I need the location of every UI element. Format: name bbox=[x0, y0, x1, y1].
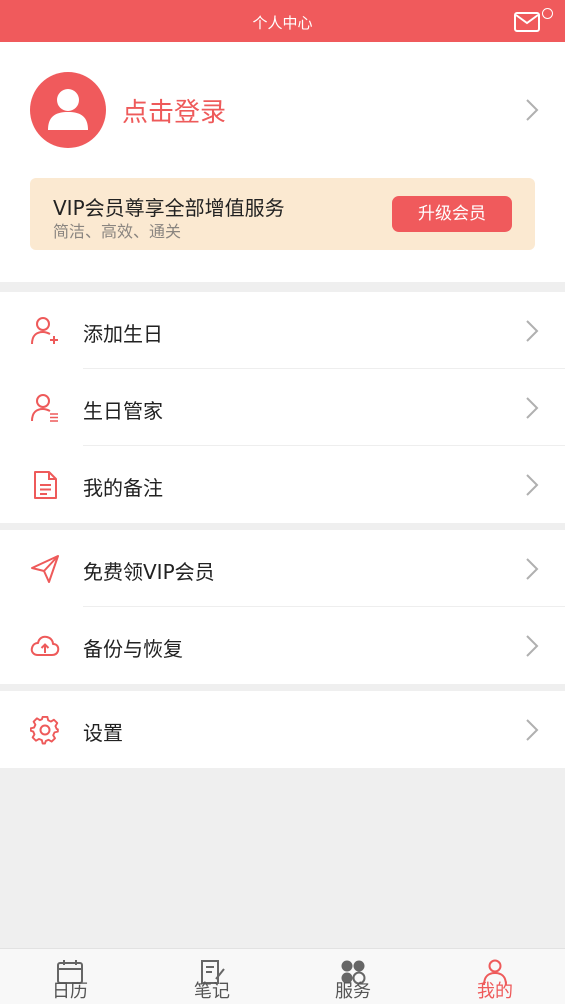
chevron-right-icon bbox=[526, 474, 539, 496]
menu-item-add-birthday[interactable]: 添加生日 bbox=[0, 292, 565, 369]
notification-dot bbox=[542, 8, 553, 19]
tab-notes[interactable]: 笔记 bbox=[172, 949, 252, 1004]
chevron-right-icon bbox=[526, 397, 539, 419]
menu-item-label: 备份与恢复 bbox=[83, 637, 183, 661]
tab-mine[interactable]: 我的 bbox=[455, 949, 535, 1004]
menu-group-2: 免费领VIP会员 备份与恢复 bbox=[0, 530, 565, 684]
chevron-right-icon bbox=[526, 99, 539, 121]
vip-subtitle: 简洁、高效、通关 bbox=[53, 222, 182, 241]
user-list-icon bbox=[31, 394, 58, 422]
tab-label: 日历 bbox=[52, 981, 88, 1002]
document-icon bbox=[34, 471, 57, 499]
vip-title: VIP会员尊享全部增值服务 bbox=[53, 196, 285, 220]
avatar[interactable] bbox=[30, 72, 106, 148]
bottom-tab-bar: 日历 笔记 服务 我的 bbox=[0, 948, 565, 1004]
menu-item-label: 免费领VIP会员 bbox=[83, 560, 215, 584]
chevron-right-icon bbox=[526, 635, 539, 657]
menu-item-backup-restore[interactable]: 备份与恢复 bbox=[0, 607, 565, 684]
mail-button[interactable] bbox=[514, 8, 556, 34]
menu-item-settings[interactable]: 设置 bbox=[0, 691, 565, 768]
menu-item-my-notes[interactable]: 我的备注 bbox=[0, 446, 565, 523]
menu-item-free-vip[interactable]: 免费领VIP会员 bbox=[0, 530, 565, 607]
login-link[interactable]: 点击登录 bbox=[122, 92, 226, 129]
tab-label: 服务 bbox=[335, 981, 371, 1002]
user-avatar-icon bbox=[48, 89, 88, 130]
add-user-icon bbox=[31, 317, 58, 345]
menu-item-label: 我的备注 bbox=[83, 476, 163, 500]
upgrade-vip-button[interactable]: 升级会员 bbox=[392, 196, 512, 232]
profile-section: 点击登录 VIP会员尊享全部增值服务 简洁、高效、通关 升级会员 bbox=[0, 42, 565, 282]
top-bar: 个人中心 bbox=[0, 0, 565, 42]
menu-item-label: 添加生日 bbox=[83, 322, 163, 346]
vip-card: VIP会员尊享全部增值服务 简洁、高效、通关 升级会员 bbox=[30, 178, 535, 250]
tab-calendar[interactable]: 日历 bbox=[30, 949, 110, 1004]
mail-icon bbox=[514, 12, 540, 32]
menu-item-label: 生日管家 bbox=[83, 399, 163, 423]
tab-label: 笔记 bbox=[194, 981, 230, 1002]
menu-item-birthday-manager[interactable]: 生日管家 bbox=[0, 369, 565, 446]
cloud-upload-icon bbox=[30, 635, 60, 656]
paper-plane-icon bbox=[31, 555, 59, 583]
tab-label: 我的 bbox=[477, 981, 513, 1002]
chevron-right-icon bbox=[526, 320, 539, 342]
menu-group-1: 添加生日 生日管家 我的备注 bbox=[0, 292, 565, 523]
menu-item-label: 设置 bbox=[83, 721, 123, 745]
menu-group-3: 设置 bbox=[0, 691, 565, 768]
tab-services[interactable]: 服务 bbox=[313, 949, 393, 1004]
page-title: 个人中心 bbox=[252, 14, 313, 32]
chevron-right-icon bbox=[526, 558, 539, 580]
chevron-right-icon bbox=[526, 719, 539, 741]
gear-icon bbox=[30, 715, 59, 745]
